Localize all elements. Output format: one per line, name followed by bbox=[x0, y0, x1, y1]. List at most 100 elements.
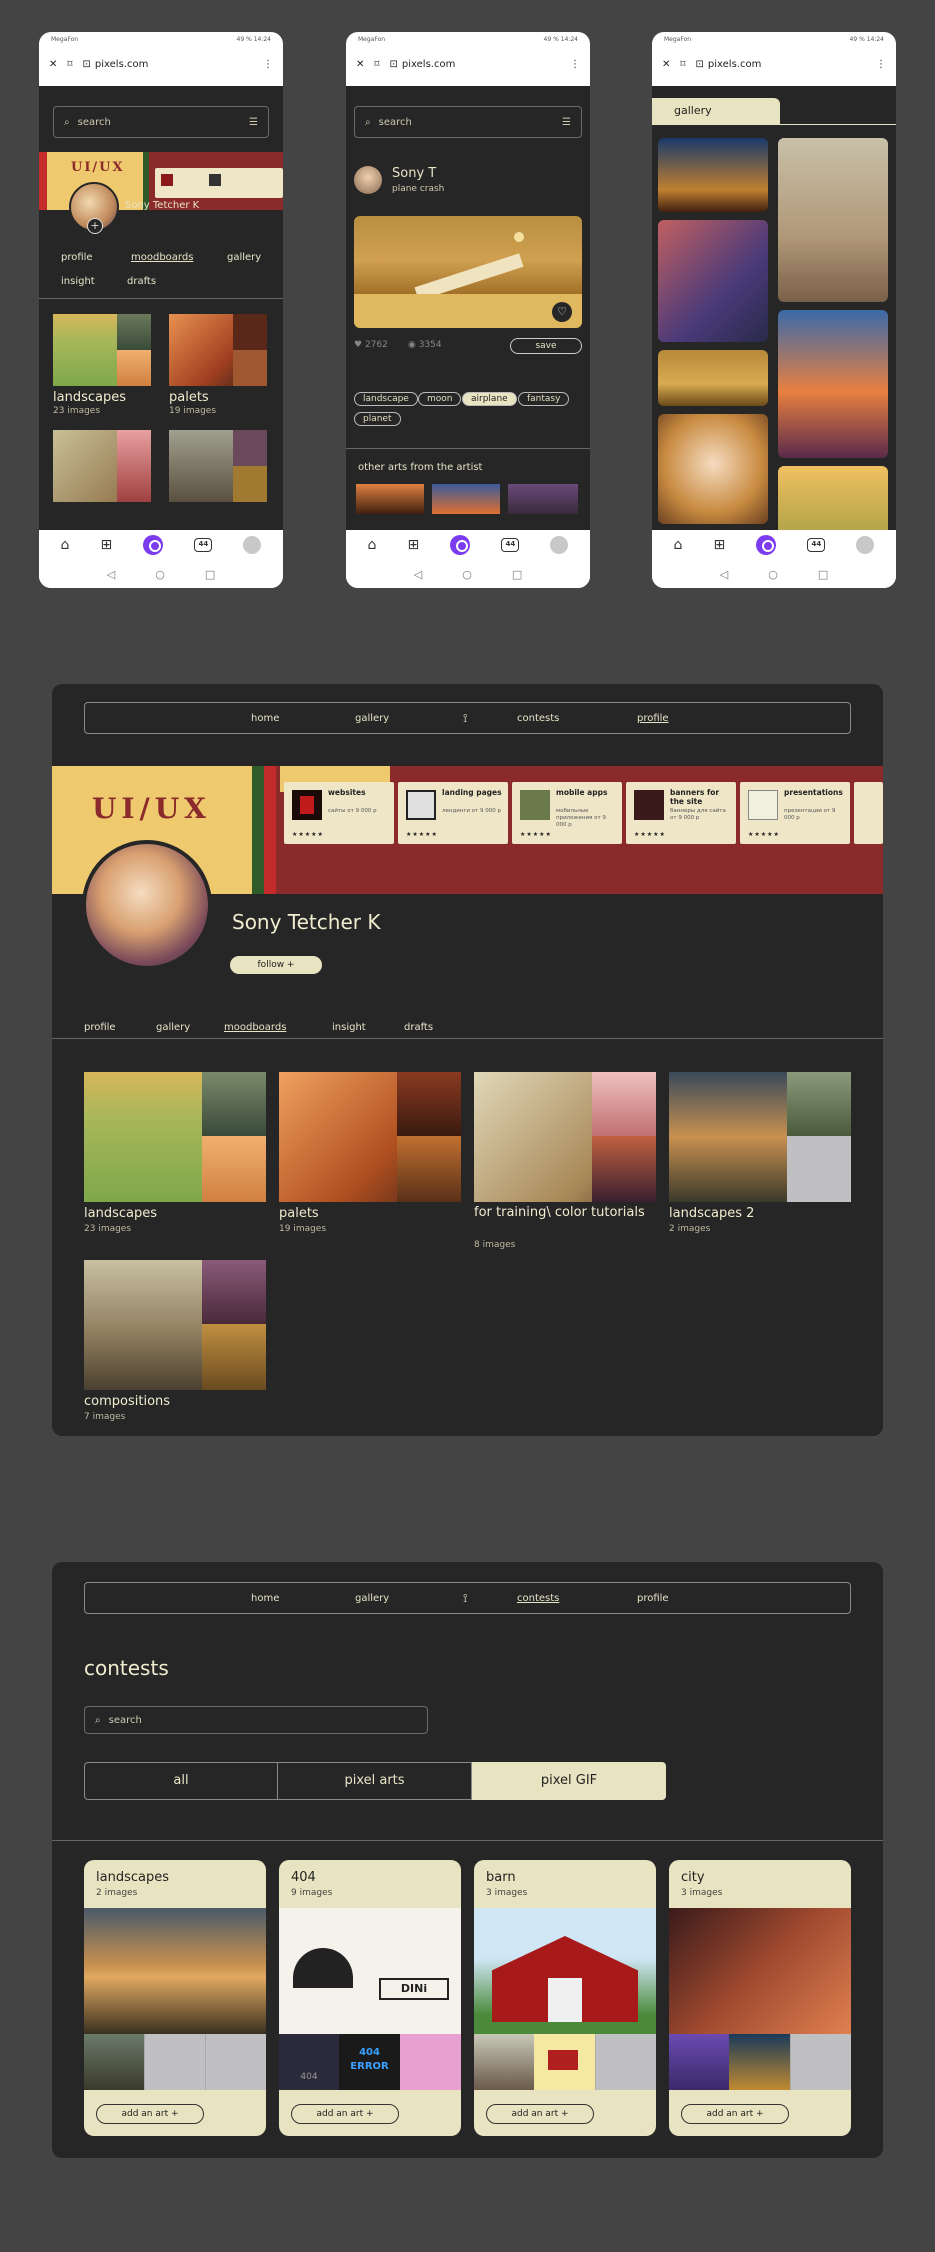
category-card[interactable] bbox=[854, 782, 883, 844]
grid-icon[interactable]: ⊞ bbox=[713, 537, 725, 553]
recent-icon[interactable]: □ bbox=[818, 568, 828, 581]
empty-slot[interactable] bbox=[205, 2034, 266, 2090]
home-icon[interactable]: ⌂ bbox=[368, 537, 377, 553]
contest-art[interactable] bbox=[84, 2034, 144, 2090]
bookmark-icon[interactable]: ⌑ bbox=[67, 59, 72, 70]
empty-slot[interactable] bbox=[595, 2034, 656, 2090]
close-icon[interactable]: ✕ bbox=[662, 59, 670, 70]
tabs-count-icon[interactable]: 44 bbox=[194, 538, 213, 552]
moodboard-compositions[interactable] bbox=[84, 1260, 266, 1390]
tab-gallery[interactable]: gallery bbox=[227, 252, 261, 263]
account-icon[interactable] bbox=[243, 536, 262, 554]
filter-icon[interactable]: ☰ bbox=[562, 117, 571, 128]
search-input[interactable]: ⌕ search ☰ bbox=[53, 106, 269, 138]
home-circle-icon[interactable]: ○ bbox=[768, 568, 778, 581]
avatar[interactable] bbox=[82, 840, 212, 970]
nav-home[interactable]: home bbox=[251, 713, 279, 724]
tab-insight[interactable]: insight bbox=[332, 1022, 366, 1033]
back-icon[interactable]: ◁ bbox=[107, 568, 115, 581]
contest-art[interactable] bbox=[729, 2034, 790, 2090]
tag-chip[interactable]: moon bbox=[418, 392, 462, 406]
add-icon[interactable]: + bbox=[87, 218, 103, 234]
nav-profile[interactable]: profile bbox=[637, 713, 669, 724]
moodboard-thumb[interactable] bbox=[53, 430, 151, 502]
other-art-thumb[interactable] bbox=[508, 484, 578, 514]
assistant-icon[interactable] bbox=[143, 535, 164, 555]
save-button[interactable]: save bbox=[510, 338, 582, 354]
back-icon[interactable]: ◁ bbox=[720, 568, 728, 581]
gallery-art[interactable] bbox=[658, 350, 768, 406]
recent-icon[interactable]: □ bbox=[512, 568, 522, 581]
filter-pixel-arts[interactable]: pixel arts bbox=[278, 1762, 472, 1800]
filter-all[interactable]: all bbox=[84, 1762, 278, 1800]
bookmark-icon[interactable]: ⌑ bbox=[680, 59, 685, 70]
contest-card[interactable]: 404 9 images DINi 404 404 ERROR add an a… bbox=[279, 1860, 461, 2136]
url-text[interactable]: pixels.com bbox=[95, 59, 148, 70]
filter-icon[interactable]: ☰ bbox=[249, 117, 258, 128]
nav-gallery[interactable]: gallery bbox=[355, 1593, 389, 1604]
contest-art-city[interactable] bbox=[669, 1908, 851, 2034]
home-circle-icon[interactable]: ○ bbox=[462, 568, 472, 581]
gallery-art[interactable] bbox=[658, 220, 768, 342]
other-art-thumb[interactable] bbox=[432, 484, 500, 514]
recent-icon[interactable]: □ bbox=[205, 568, 215, 581]
nav-profile[interactable]: profile bbox=[637, 1593, 669, 1604]
home-icon[interactable]: ⌂ bbox=[61, 537, 70, 553]
contest-art[interactable] bbox=[84, 1908, 266, 2034]
filter-pixel-gif[interactable]: pixel GIF bbox=[472, 1762, 666, 1800]
art-image[interactable] bbox=[354, 216, 582, 328]
tab-profile[interactable]: profile bbox=[84, 1022, 116, 1033]
other-art-thumb[interactable] bbox=[356, 484, 424, 514]
search-input[interactable]: ⌕ search bbox=[84, 1706, 428, 1734]
tab-gallery[interactable]: gallery bbox=[652, 98, 780, 124]
menu-dots-icon[interactable]: ⋮ bbox=[263, 59, 273, 70]
author-avatar[interactable] bbox=[354, 166, 382, 194]
category-card[interactable]: websites сайты от 9 000 р ★★★★★ bbox=[284, 782, 394, 844]
tag-chip[interactable]: landscape bbox=[354, 392, 418, 406]
gallery-art[interactable] bbox=[658, 414, 768, 524]
gallery-art[interactable] bbox=[658, 138, 768, 212]
home-circle-icon[interactable]: ○ bbox=[155, 568, 165, 581]
nav-contests[interactable]: contests bbox=[517, 1593, 559, 1604]
menu-dots-icon[interactable]: ⋮ bbox=[570, 59, 580, 70]
contest-card[interactable]: landscapes 2 images add an art + bbox=[84, 1860, 266, 2136]
heart-icon[interactable]: ♡ bbox=[552, 302, 572, 322]
add-art-button[interactable]: add an art + bbox=[96, 2104, 204, 2124]
close-icon[interactable]: ✕ bbox=[356, 59, 364, 70]
lighthouse-icon[interactable]: ⟟ bbox=[463, 1591, 467, 1606]
tag-chip-selected[interactable]: airplane bbox=[462, 392, 517, 406]
assistant-icon[interactable] bbox=[450, 535, 471, 555]
lighthouse-icon[interactable]: ⟟ bbox=[463, 711, 467, 726]
tab-drafts[interactable]: drafts bbox=[404, 1022, 433, 1033]
tab-drafts[interactable]: drafts bbox=[127, 276, 156, 287]
contest-art-barn[interactable] bbox=[474, 1908, 656, 2034]
contest-art[interactable]: 404 bbox=[279, 2034, 339, 2090]
grid-icon[interactable]: ⊞ bbox=[100, 537, 112, 553]
moodboard-palets[interactable] bbox=[169, 314, 267, 386]
gallery-art[interactable] bbox=[778, 138, 888, 302]
moodboard-palets[interactable] bbox=[279, 1072, 461, 1202]
moodboard-thumb[interactable] bbox=[169, 430, 267, 502]
moodboard-landscapes-2[interactable] bbox=[669, 1072, 851, 1202]
tag-chip[interactable]: planet bbox=[354, 412, 401, 426]
moodboard-landscapes[interactable] bbox=[84, 1072, 266, 1202]
contest-card[interactable]: city 3 images add an art + bbox=[669, 1860, 851, 2136]
search-input[interactable]: ⌕ search ☰ bbox=[354, 106, 582, 138]
tab-moodboards[interactable]: moodboards bbox=[224, 1022, 286, 1033]
nav-home[interactable]: home bbox=[251, 1593, 279, 1604]
empty-slot[interactable] bbox=[144, 2034, 205, 2090]
nav-contests[interactable]: contests bbox=[517, 713, 559, 724]
category-card[interactable]: landing pages лендинги от 9 000 р ★★★★★ bbox=[398, 782, 508, 844]
close-icon[interactable]: ✕ bbox=[49, 59, 57, 70]
contest-art[interactable] bbox=[669, 2034, 729, 2090]
assistant-icon[interactable] bbox=[756, 535, 777, 555]
tab-profile[interactable]: profile bbox=[61, 252, 93, 263]
nav-gallery[interactable]: gallery bbox=[355, 713, 389, 724]
tab-insight[interactable]: insight bbox=[61, 276, 95, 287]
contest-art[interactable]: 404 ERROR bbox=[339, 2034, 400, 2090]
contest-art[interactable] bbox=[400, 2034, 461, 2090]
category-card[interactable]: mobile apps мобильные приложения от 9 000… bbox=[512, 782, 622, 844]
tabs-count-icon[interactable]: 44 bbox=[807, 538, 826, 552]
author-name[interactable]: Sony T bbox=[392, 166, 436, 181]
tab-moodboards[interactable]: moodboards bbox=[131, 252, 193, 263]
